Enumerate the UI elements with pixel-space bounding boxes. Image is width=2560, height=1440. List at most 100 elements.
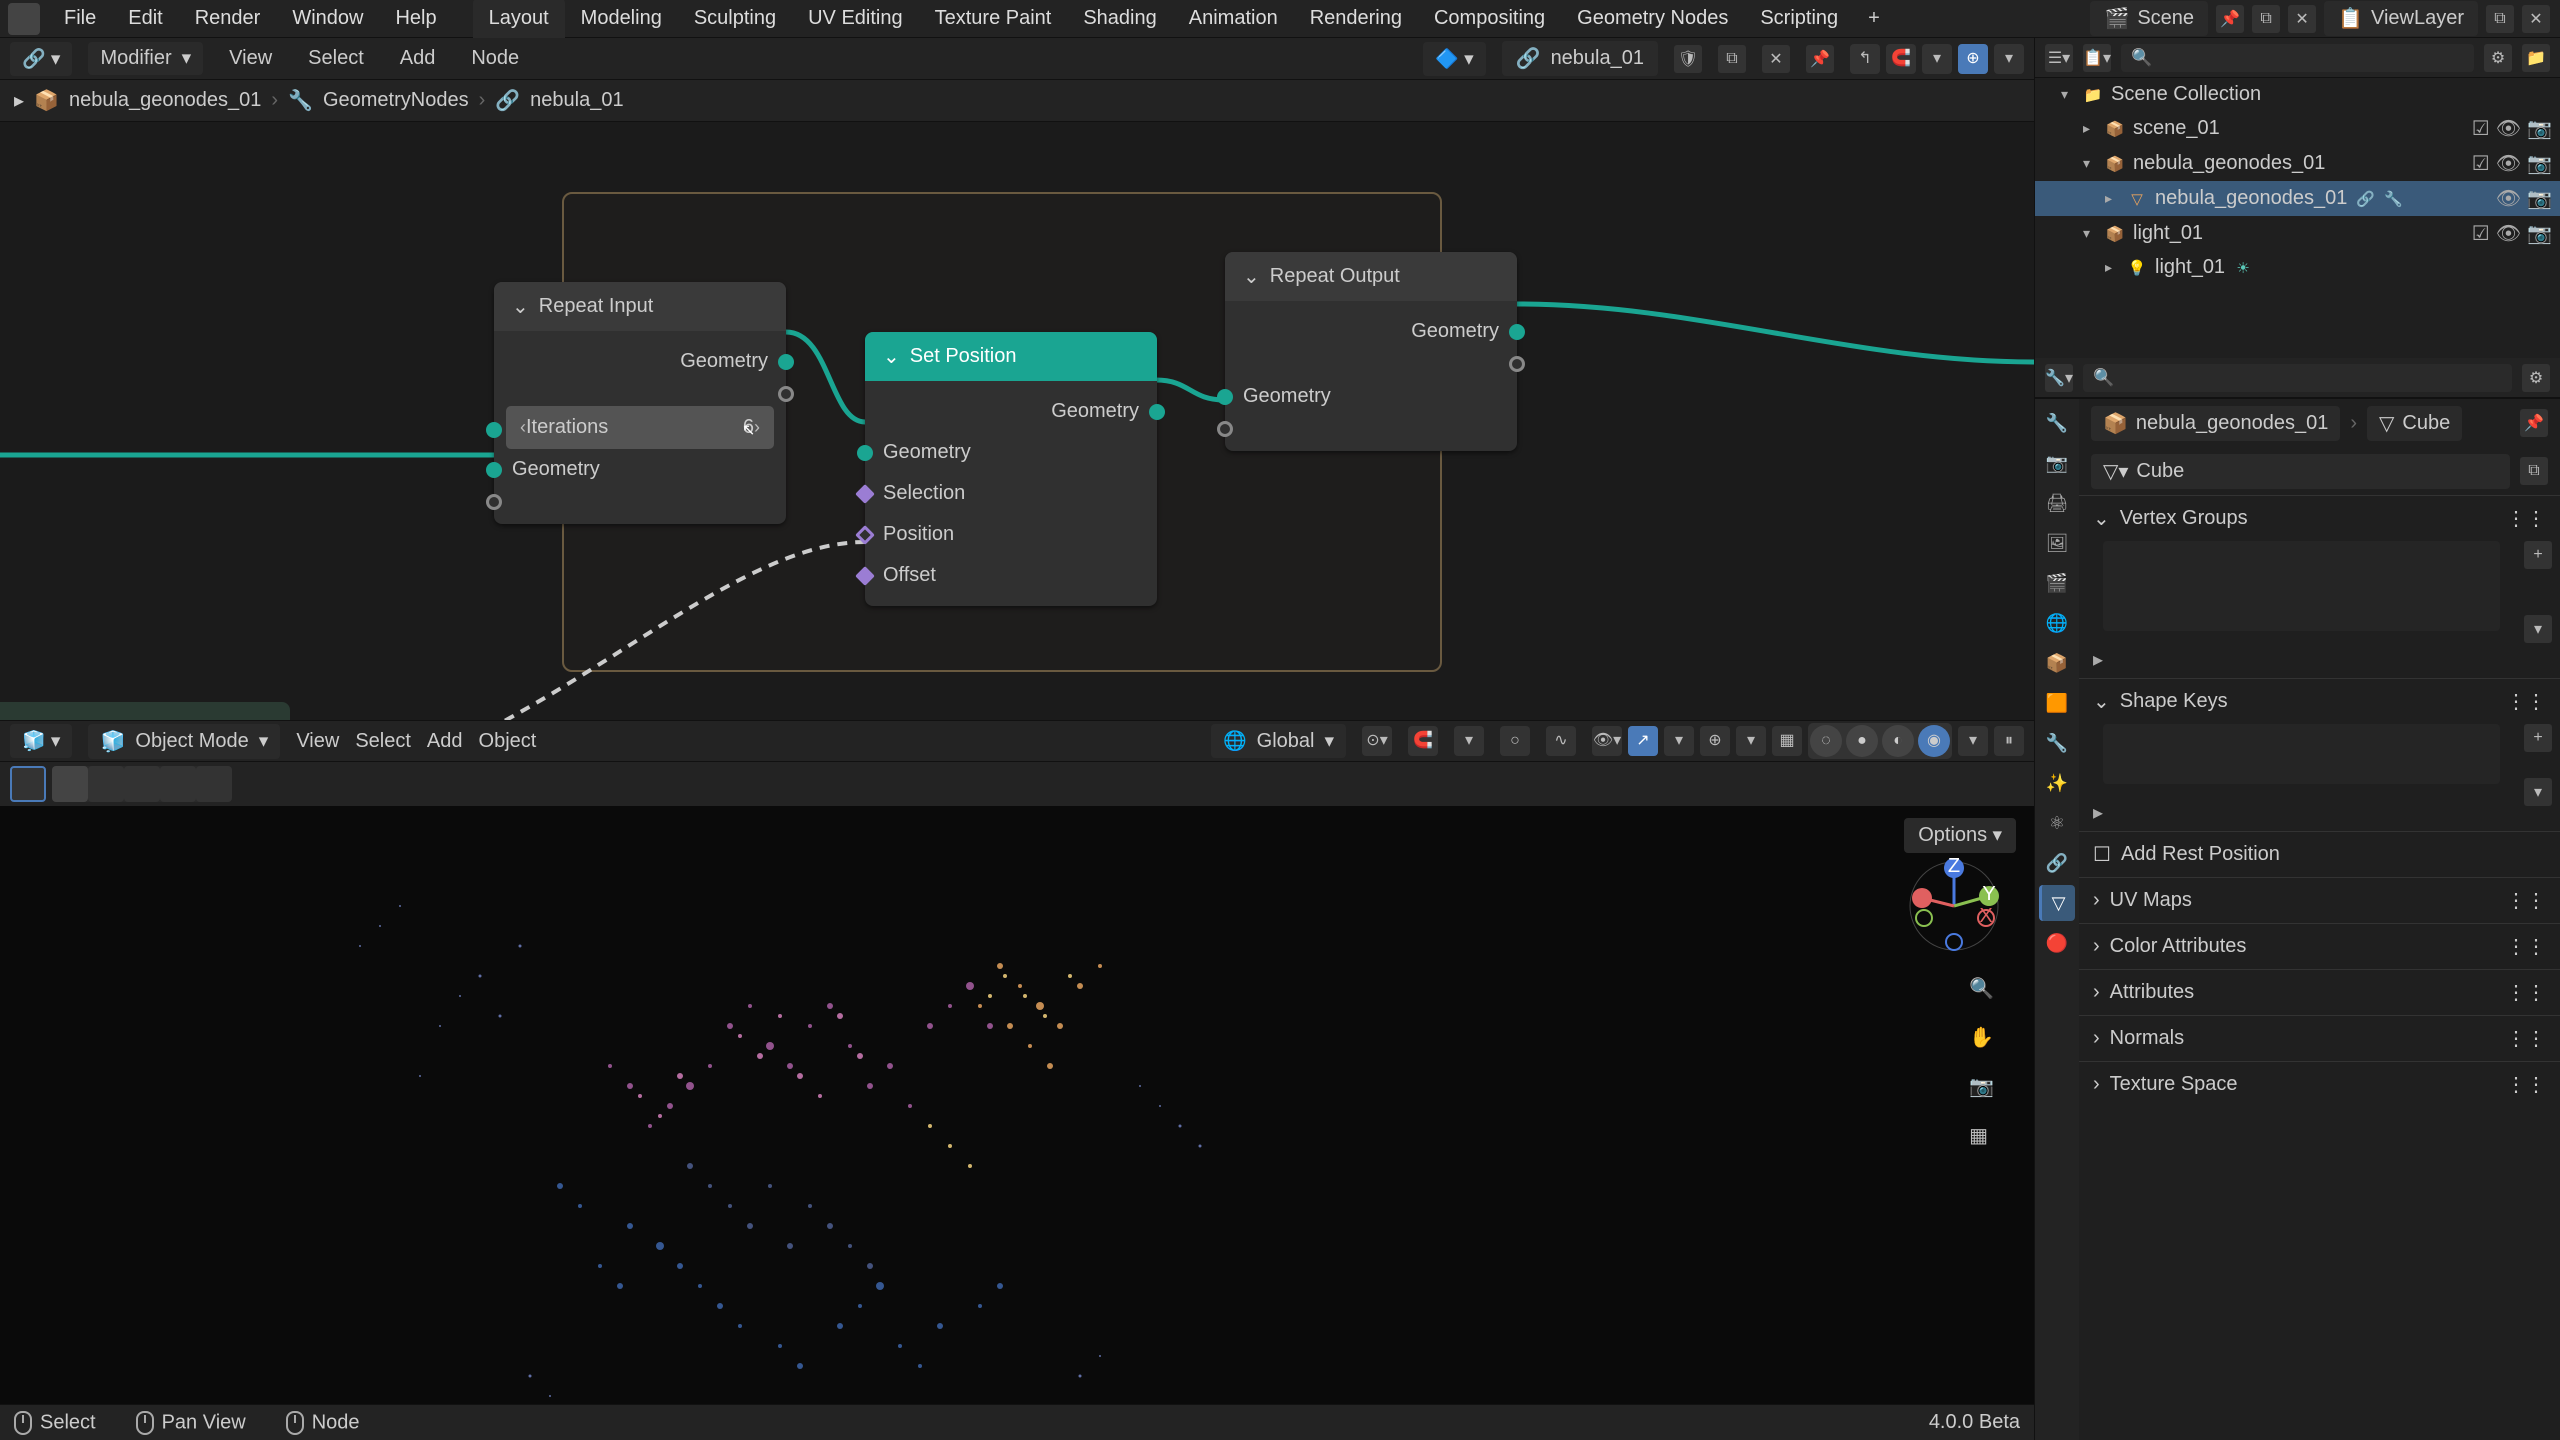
mesh-id-selector[interactable]: ▽▾ Cube — [2091, 454, 2510, 489]
tab-animation[interactable]: Animation — [1173, 0, 1294, 38]
properties-editor-type[interactable]: 🔧▾ — [2045, 364, 2073, 392]
menu-edit[interactable]: Edit — [112, 0, 178, 38]
breadcrumb-item-2[interactable]: GeometryNodes — [323, 89, 469, 112]
outliner-row-nebula-object[interactable]: ▸ ▽ nebula_geonodes_01 🔗 🔧 👁📷 — [2035, 181, 2560, 216]
pin-nodegroup-button[interactable]: 📌 — [1806, 45, 1834, 73]
mode-selector[interactable]: 🧊 Object Mode ▾ — [88, 724, 280, 759]
ptab-physics[interactable]: ⚛ — [2039, 805, 2075, 841]
node-repeat-output-header[interactable]: ⌄ Repeat Output — [1225, 252, 1517, 301]
socket-out-extra[interactable] — [1509, 356, 1525, 372]
menu-render[interactable]: Render — [179, 0, 277, 38]
panel-add-rest-position-header[interactable]: ☐Add Rest Position — [2079, 832, 2560, 877]
delete-scene-button[interactable]: ✕ — [2288, 5, 2316, 33]
panel-menu-icon[interactable]: ⋮⋮ — [2506, 888, 2546, 913]
vertex-groups-expand[interactable]: ▸ — [2093, 649, 2103, 671]
node-canvas[interactable]: ⌄ Repeat Input Geometry ‹ Iterations 6 › — [0, 122, 2034, 720]
ptab-material[interactable]: 🔴 — [2039, 925, 2075, 961]
socket-out-geometry[interactable] — [778, 354, 794, 370]
fake-user-button[interactable]: 🛡 — [1674, 45, 1702, 73]
ptab-tool[interactable]: 🔧 — [2039, 405, 2075, 441]
panel-attributes-header[interactable]: ›Attributes⋮⋮ — [2079, 970, 2560, 1015]
options-button[interactable]: Options ▾ — [1904, 818, 2016, 853]
snap-mode-button[interactable]: ▾ — [1454, 726, 1484, 756]
tab-layout[interactable]: Layout — [473, 0, 565, 38]
disclosure-icon[interactable]: ▸ — [2105, 259, 2119, 276]
outliner-row-scene01[interactable]: ▸ 📦 scene_01 ☑👁📷 — [2035, 111, 2560, 146]
shape-keys-add-button[interactable]: + — [2524, 724, 2552, 752]
tab-uv-editing[interactable]: UV Editing — [792, 0, 919, 38]
disclosure-icon[interactable]: ▾ — [2083, 155, 2097, 172]
outliner-display-mode[interactable]: 📋▾ — [2083, 44, 2111, 72]
overlay-button[interactable]: ⊕ — [1700, 726, 1730, 756]
tool-select-circle[interactable] — [124, 766, 160, 802]
node-set-position-header[interactable]: ⌄ Set Position — [865, 332, 1157, 381]
pin-props-button[interactable]: 📌 — [2520, 409, 2548, 437]
outliner-row-light-object[interactable]: ▸ 💡 light_01 ☀ — [2035, 251, 2560, 284]
tab-compositing[interactable]: Compositing — [1418, 0, 1561, 38]
tool-cursor[interactable] — [10, 766, 46, 802]
disclosure-icon[interactable]: ▸ — [2083, 120, 2097, 137]
nodegroup-selector[interactable]: 🔗 nebula_01 — [1502, 41, 1658, 76]
outliner-new-collection-button[interactable]: 📁 — [2522, 44, 2550, 72]
proportional-edit-button[interactable]: ○ — [1500, 726, 1530, 756]
vertex-groups-add-button[interactable]: + — [2524, 541, 2552, 569]
shading-wireframe[interactable]: ◌ — [1810, 725, 1842, 757]
gizmo-button[interactable]: ↗ — [1628, 726, 1658, 756]
hide-viewport-icon[interactable]: 👁 — [2496, 186, 2521, 211]
ptab-collection[interactable]: 📦 — [2039, 645, 2075, 681]
xray-button[interactable]: ▦ — [1772, 726, 1802, 756]
disable-render-icon[interactable]: 📷 — [2527, 221, 2552, 246]
panel-normals-header[interactable]: ›Normals⋮⋮ — [2079, 1016, 2560, 1061]
shape-keys-list[interactable] — [2103, 724, 2500, 784]
ptab-object[interactable]: 🟧 — [2039, 685, 2075, 721]
overlay-button[interactable]: ⊕ — [1958, 44, 1988, 74]
socket-in-iterations[interactable] — [486, 422, 502, 438]
tab-shading[interactable]: Shading — [1067, 0, 1172, 38]
outliner-row-nebula-collection[interactable]: ▾ 📦 nebula_geonodes_01 ☑👁📷 — [2035, 146, 2560, 181]
pivot-point-button[interactable]: ⊙▾ — [1362, 726, 1392, 756]
checkbox-icon[interactable]: ☐ — [2093, 842, 2111, 867]
object-selector-icon[interactable]: 🔷 ▾ — [1423, 42, 1485, 76]
disclosure-icon[interactable]: ▾ — [2061, 86, 2075, 103]
shading-rendered[interactable]: ◉ — [1918, 725, 1950, 757]
menu-help[interactable]: Help — [379, 0, 452, 38]
panel-menu-icon[interactable]: ⋮⋮ — [2506, 506, 2546, 531]
ptab-world[interactable]: 🌐 — [2039, 605, 2075, 641]
panel-menu-icon[interactable]: ⋮⋮ — [2506, 934, 2546, 959]
vp-menu-add[interactable]: Add — [427, 730, 463, 753]
shading-options-button[interactable]: ▾ — [1958, 726, 1988, 756]
overlay-options-button[interactable]: ▾ — [1994, 44, 2024, 74]
scene-selector[interactable]: 🎬 Scene — [2090, 1, 2208, 36]
tab-add-button[interactable]: + — [1854, 0, 1894, 38]
delete-viewlayer-button[interactable]: ✕ — [2522, 5, 2550, 33]
ptab-scene[interactable]: 🎬 — [2039, 565, 2075, 601]
props-breadcrumb-object[interactable]: 📦 nebula_geonodes_01 — [2091, 406, 2340, 441]
tab-sculpting[interactable]: Sculpting — [678, 0, 792, 38]
shading-solid[interactable]: ● — [1846, 725, 1878, 757]
overlay-options-button[interactable]: ▾ — [1736, 726, 1766, 756]
new-nodegroup-button[interactable]: ⧉ — [1718, 45, 1746, 73]
hide-viewport-icon[interactable]: 👁 — [2496, 151, 2521, 176]
socket-in-extra[interactable] — [486, 494, 502, 510]
pause-render-button[interactable]: ⏸ — [1994, 726, 2024, 756]
node-repeat-output[interactable]: ⌄ Repeat Output Geometry Geometry — [1225, 252, 1517, 451]
ptab-output[interactable]: 🖨 — [2039, 485, 2075, 521]
ptab-data[interactable]: ▽ — [2039, 885, 2075, 921]
tool-select-tweak[interactable] — [160, 766, 196, 802]
properties-search[interactable]: 🔍 — [2083, 364, 2512, 392]
node-set-position[interactable]: ⌄ Set Position Geometry Geometry Selecti… — [865, 332, 1157, 606]
panel-texture-space-header[interactable]: ›Texture Space⋮⋮ — [2079, 1062, 2560, 1107]
panel-menu-icon[interactable]: ⋮⋮ — [2506, 980, 2546, 1005]
tab-scripting[interactable]: Scripting — [1744, 0, 1854, 38]
pin-scene-button[interactable]: 📌 — [2216, 5, 2244, 33]
disable-render-icon[interactable]: 📷 — [2527, 151, 2552, 176]
socket-in-geometry[interactable] — [857, 445, 873, 461]
panel-menu-icon[interactable]: ⋮⋮ — [2506, 689, 2546, 714]
socket-out-geometry[interactable] — [1149, 404, 1165, 420]
socket-in-geometry[interactable] — [486, 462, 502, 478]
tool-select-lasso[interactable] — [88, 766, 124, 802]
node-repeat-input[interactable]: ⌄ Repeat Input Geometry ‹ Iterations 6 › — [494, 282, 786, 524]
outliner-editor-type[interactable]: ☰▾ — [2045, 44, 2073, 72]
hide-viewport-icon[interactable]: 👁 — [2496, 221, 2521, 246]
node-menu-add[interactable]: Add — [390, 41, 446, 76]
